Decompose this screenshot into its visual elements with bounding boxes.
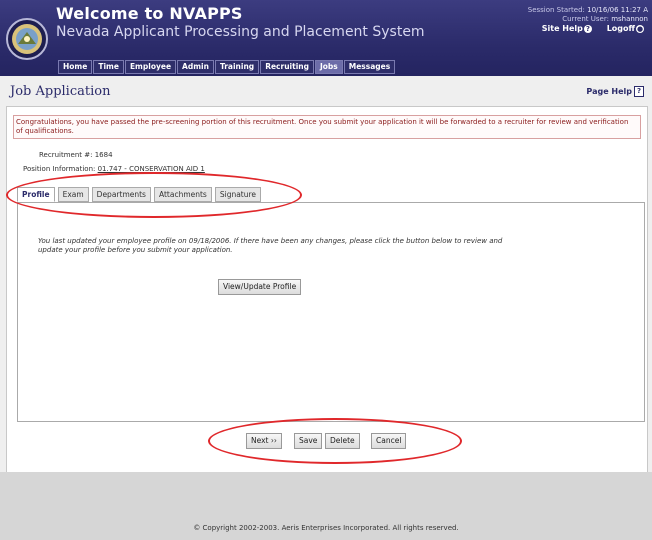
position-value[interactable]: 01.747 - CONSERVATION AID 1 bbox=[98, 165, 205, 173]
delete-button[interactable]: Delete bbox=[325, 433, 360, 449]
application-panel: Congratulations, you have passed the pre… bbox=[6, 106, 648, 498]
recruitment-value: 1684 bbox=[94, 151, 113, 159]
recruitment-label: Recruitment #: bbox=[39, 151, 93, 159]
nav-tab-home[interactable]: Home bbox=[58, 60, 93, 74]
nav-tab-employee[interactable]: Employee bbox=[124, 60, 177, 74]
app-title: Welcome to NVAPPS bbox=[56, 4, 243, 23]
tab-departments[interactable]: Departments bbox=[91, 187, 151, 202]
nav-tab-admin[interactable]: Admin bbox=[177, 60, 214, 74]
main-nav: Home Time Employee Admin Training Recrui… bbox=[58, 60, 396, 74]
nav-tab-training[interactable]: Training bbox=[214, 60, 260, 74]
footer: © Copyright 2002-2003. Aeris Enterprises… bbox=[0, 520, 652, 540]
next-button[interactable]: Next ›› bbox=[246, 433, 282, 449]
logoff-link[interactable]: Logoff ● bbox=[601, 24, 644, 33]
logoff-label: Logoff bbox=[606, 24, 635, 33]
question-icon: ? bbox=[634, 86, 644, 97]
site-help-label: Site Help bbox=[541, 24, 583, 33]
nav-tab-messages[interactable]: Messages bbox=[343, 60, 396, 74]
current-user-label: Current User: bbox=[562, 15, 609, 23]
page-title: Job Application bbox=[10, 84, 111, 99]
nevada-seal-logo bbox=[6, 6, 48, 72]
tab-profile[interactable]: Profile bbox=[17, 187, 55, 202]
page-help-link[interactable]: Page Help? bbox=[586, 86, 644, 97]
recruitment-number: Recruitment #: 1684 bbox=[39, 151, 113, 159]
app-subtitle: Nevada Applicant Processing and Placemen… bbox=[56, 24, 425, 40]
view-update-profile-button[interactable]: View/Update Profile bbox=[218, 279, 302, 295]
profile-update-text: You last updated your employee profile o… bbox=[38, 237, 503, 254]
tab-exam[interactable]: Exam bbox=[57, 187, 89, 202]
page-body: Job Application Page Help? Congratulatio… bbox=[0, 76, 652, 540]
position-label: Position Information: bbox=[23, 165, 96, 173]
nav-tab-jobs[interactable]: Jobs bbox=[314, 60, 343, 74]
tab-attachments[interactable]: Attachments bbox=[153, 187, 212, 202]
tab-signature[interactable]: Signature bbox=[214, 187, 262, 202]
site-help-link[interactable]: Site Help? bbox=[536, 24, 592, 33]
current-user-value: mshannon bbox=[611, 15, 648, 23]
copyright-text: © Copyright 2002-2003. Aeris Enterprises… bbox=[193, 524, 459, 532]
save-button[interactable]: Save bbox=[294, 433, 323, 449]
profile-tab-panel: You last updated your employee profile o… bbox=[17, 202, 645, 422]
help-icon: ? bbox=[583, 24, 592, 33]
position-information: Position Information: 01.747 - CONSERVAT… bbox=[23, 165, 205, 173]
application-tabs: Profile Exam Departments Attachments Sig… bbox=[17, 187, 262, 202]
session-value: 10/16/06 11:27 A bbox=[587, 6, 648, 14]
cancel-button[interactable]: Cancel bbox=[371, 433, 407, 449]
nav-tab-recruiting[interactable]: Recruiting bbox=[260, 60, 314, 74]
prescreen-message: Congratulations, you have passed the pre… bbox=[16, 118, 629, 135]
nav-tab-time[interactable]: Time bbox=[93, 60, 124, 74]
session-info: Session Started: 10/16/06 11:27 A Curren… bbox=[528, 6, 648, 24]
page-help-label: Page Help bbox=[586, 87, 632, 96]
header-links: Site Help? Logoff ● bbox=[530, 24, 644, 33]
logoff-icon: ● bbox=[636, 24, 644, 33]
session-label: Session Started: bbox=[527, 6, 585, 14]
message-box: Congratulations, you have passed the pre… bbox=[13, 115, 641, 139]
footer-spacer bbox=[0, 472, 652, 520]
app-header: Welcome to NVAPPS Nevada Applicant Proce… bbox=[0, 0, 652, 76]
